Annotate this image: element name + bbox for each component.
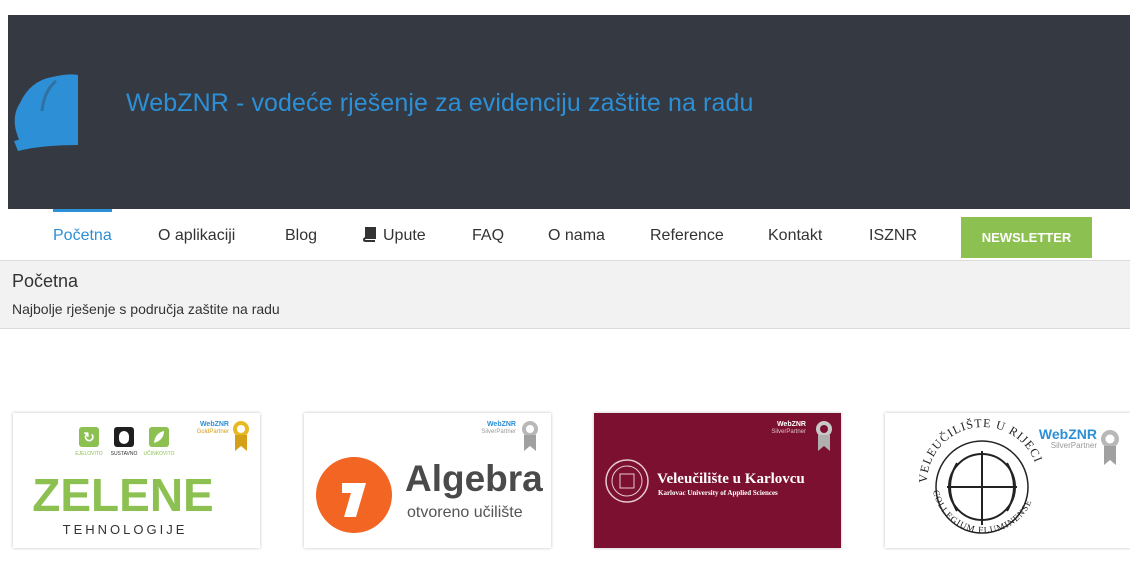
zelene-tehnologije-logo: ↻ EJELOVITO SUSTAVNO UČINKOVITO ZELENE T… [32,421,249,537]
badge-brand: WebZNR [777,421,806,428]
nav-item-blog[interactable]: Blog [285,209,317,261]
badge-tier: GoldPartner [197,429,229,435]
badge-brand: WebZNR [487,421,516,428]
nav-item-upute-label: Upute [383,227,426,244]
zelene-subname: TEHNOLOGIJE [63,522,188,537]
nav-item-upute[interactable]: Upute [362,209,426,261]
zelene-icon-label-2: SUSTAVNO [111,451,138,457]
nav-item-o-nama[interactable]: O nama [548,209,605,261]
badge-brand: WebZNR [1039,426,1097,442]
partner-card-zelene-tehnologije[interactable]: ↻ EJELOVITO SUSTAVNO UČINKOVITO ZELENE T… [13,413,260,548]
hard-hat-icon[interactable] [12,71,122,155]
algebra-logo: Algebra otvoreno učilište WebZNR SilverP… [316,421,543,533]
partner-card-veleuciliste-rijeka[interactable]: VELEUČILIŠTE U RIJECI COLLEGIUM FLUMINEN… [885,413,1130,548]
silver-award-icon [1101,430,1119,465]
nav-item-isznr[interactable]: ISZNR [869,209,917,261]
algebra-name: Algebra [405,458,543,499]
nav-item-pocetna[interactable]: Početna [53,209,112,261]
zelene-icon-label-3: UČINKOVITO [143,450,174,457]
silver-award-icon [522,421,538,451]
algebra-subname: otvoreno učilište [407,504,523,521]
newsletter-button[interactable]: NEWSLETTER [961,217,1092,258]
badge-tier: SilverPartner [1051,441,1098,450]
gold-award-icon [233,421,249,451]
nav-item-o-aplikaciji[interactable]: O aplikaciji [158,209,235,261]
nav-item-faq[interactable]: FAQ [472,209,504,261]
karlovac-subname: Karlovac University of Applied Sciences [658,489,778,497]
karlovac-name: Veleučilište u Karlovcu [657,471,805,487]
site-title[interactable]: WebZNR - vodeće rješenje za evidenciju z… [126,89,753,118]
nav-item-reference[interactable]: Reference [650,209,724,261]
karlovac-logo: Veleučilište u Karlovcu Karlovac Univers… [594,413,841,548]
nav-item-kontakt[interactable]: Kontakt [768,209,822,261]
page-subtitle: Najbolje rješenje s područja zaštite na … [12,301,280,317]
book-icon [362,227,376,242]
badge-tier: SilverPartner [481,429,516,435]
svg-text:↻: ↻ [83,430,95,446]
partner-card-algebra[interactable]: Algebra otvoreno učilište WebZNR SilverP… [304,413,551,548]
rijeka-seal-logo: VELEUČILIŠTE U RIJECI COLLEGIUM FLUMINEN… [916,416,1119,535]
partner-card-veleuciliste-karlovac[interactable]: Veleučilište u Karlovcu Karlovac Univers… [594,413,841,548]
site-header: WebZNR - vodeće rješenje za evidenciju z… [8,15,1130,209]
zelene-name: ZELENE [32,469,213,521]
page-header: Početna Najbolje rješenje s područja zaš… [0,261,1130,329]
badge-brand: WebZNR [200,421,229,428]
page-title: Početna [12,271,79,291]
zelene-icon-label-1: EJELOVITO [75,451,103,457]
badge-tier: SilverPartner [771,429,806,435]
